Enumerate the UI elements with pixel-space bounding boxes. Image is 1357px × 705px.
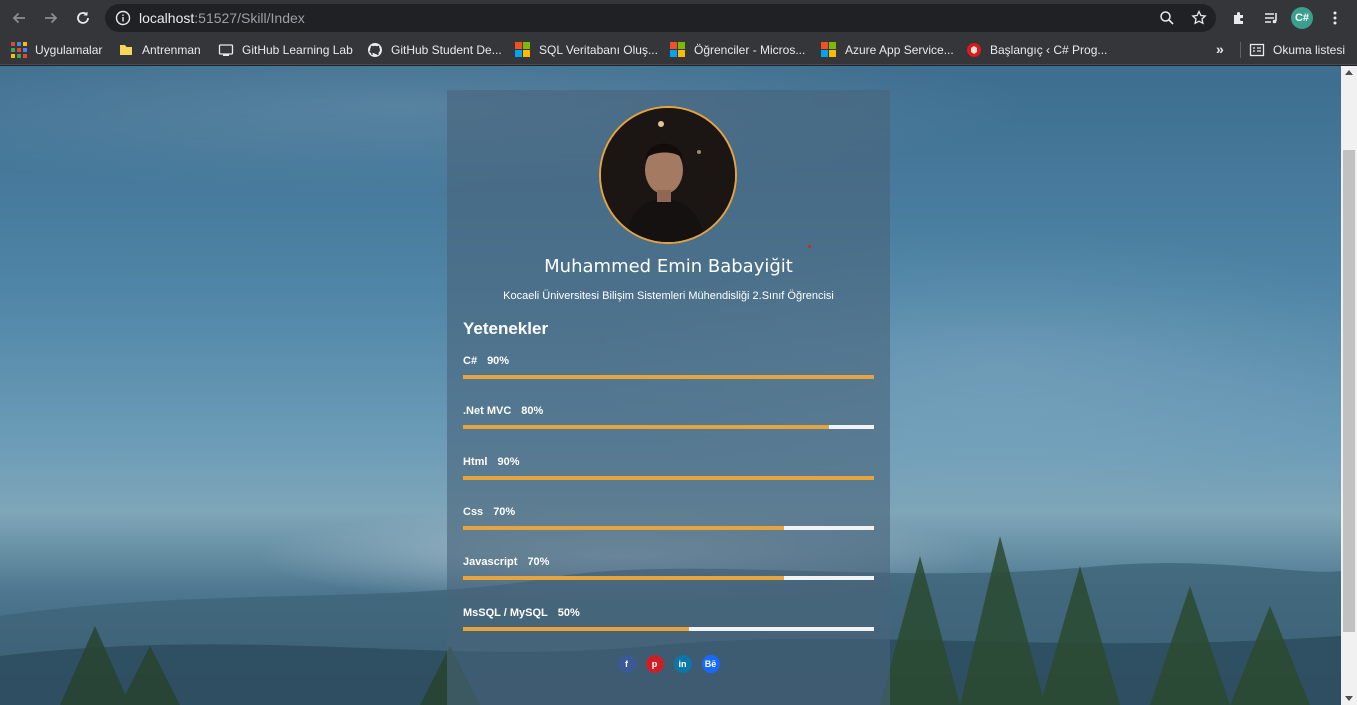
apps-grid-icon (11, 42, 27, 58)
scrollbar-thumb[interactable] (1343, 150, 1355, 632)
profile-card: Muhammed Emin Babayiğit Kocaeli Üniversi… (447, 90, 890, 705)
bookmark-label: Antrenman (142, 43, 201, 57)
skill-percent: 90% (497, 456, 520, 468)
skill-progress-fill (463, 476, 874, 480)
bookmark-sql-veritabani[interactable]: SQL Veritabanı Oluş... (515, 41, 658, 59)
reload-button[interactable] (71, 6, 95, 30)
csharp-site-icon (967, 43, 981, 57)
url-text[interactable]: localhost:51527/Skill/Index (139, 10, 305, 26)
bookmark-reading-list[interactable]: Okuma listesi (1249, 41, 1345, 59)
skill-progress-track (463, 375, 874, 379)
skill-name: .Net MVC (463, 405, 512, 417)
github-learning-lab-icon (218, 44, 234, 56)
profile-subtitle: Kocaeli Üniversitesi Bilişim Sistemleri … (503, 290, 834, 302)
skill-progress-track (463, 576, 874, 580)
reload-icon (77, 11, 89, 24)
bookmark-github-student[interactable]: GitHub Student De... (367, 41, 502, 59)
skill-percent: 70% (527, 556, 550, 568)
puzzle-icon (1234, 12, 1243, 24)
bookmark-ogrenciler[interactable]: Öğrenciler - Micros... (670, 41, 805, 59)
reading-list-label: Okuma listesi (1273, 43, 1346, 57)
kebab-menu-icon (1333, 11, 1337, 25)
pinterest-icon[interactable]: p (645, 655, 664, 673)
bookmarks-overflow-chevron-icon[interactable]: » (1216, 41, 1224, 57)
bookmark-baslangic[interactable]: Başlangıç ‹ C# Prog... (966, 41, 1107, 59)
github-icon (368, 43, 382, 57)
microsoft-icon (515, 42, 531, 58)
bookmarks-divider (1240, 42, 1241, 58)
skill-progress-track (463, 476, 874, 480)
skill-name: Javascript (463, 556, 518, 568)
bookmark-label: Başlangıç ‹ C# Prog... (990, 43, 1108, 57)
skill-name: C# (463, 355, 478, 367)
skill-item: Html 90% (463, 456, 874, 486)
bookmark-label: Uygulamalar (35, 43, 103, 57)
microsoft-icon (821, 42, 837, 58)
skill-percent: 50% (557, 607, 580, 619)
profile-photo (601, 108, 735, 242)
bookmark-label: Azure App Service... (845, 43, 954, 57)
skill-item: MsSQL / MySQL 50% (463, 607, 874, 637)
profile-avatar[interactable]: C# (1291, 7, 1313, 29)
skill-name: Html (463, 456, 488, 468)
behance-icon[interactable]: Bē (701, 655, 720, 673)
bookmark-antrenman[interactable]: Antrenman (118, 41, 201, 59)
skill-progress-track (463, 526, 874, 530)
bookmark-azure-app-service[interactable]: Azure App Service... (821, 41, 954, 59)
bookmark-label: Öğrenciler - Micros... (694, 43, 806, 57)
info-icon[interactable] (115, 10, 131, 26)
page-scrollbar[interactable] (1341, 66, 1357, 705)
url-path: :51527/Skill/Index (194, 10, 305, 26)
bookmark-label: GitHub Student De... (391, 43, 502, 57)
back-button[interactable] (7, 6, 31, 30)
playlist-icon (1265, 13, 1277, 24)
browser-toolbar: localhost:51527/Skill/Index C# (0, 0, 1357, 36)
menu-button[interactable] (1325, 8, 1345, 28)
linkedin-icon[interactable]: in (673, 655, 692, 673)
extensions-button[interactable] (1229, 8, 1249, 28)
skills-title: Yetenekler (463, 319, 549, 338)
skill-percent: 90% (487, 355, 510, 367)
microsoft-icon (670, 42, 686, 58)
address-bar[interactable]: localhost:51527/Skill/Index (105, 4, 1216, 32)
skill-progress-track (463, 425, 874, 429)
bookmark-apps[interactable]: Uygulamalar (11, 41, 102, 59)
skill-progress-fill (463, 375, 874, 379)
arrow-right-icon (45, 12, 58, 24)
reading-list-button[interactable] (1261, 8, 1281, 28)
avatar (599, 106, 737, 244)
bookmarks-bar: Uygulamalar Antrenman GitHub Learning La… (0, 36, 1357, 65)
skill-progress-fill (463, 425, 829, 429)
skill-item: Javascript 70% (463, 556, 874, 586)
skill-name: Css (463, 506, 484, 518)
skill-progress-track (463, 627, 874, 631)
social-links: f p in Bē (447, 655, 890, 673)
star-icon[interactable] (1191, 10, 1207, 26)
cursor-dot (808, 245, 811, 248)
url-host: localhost (139, 10, 195, 26)
forward-button[interactable] (39, 6, 63, 30)
skill-progress-fill (463, 576, 784, 580)
arrow-left-icon (12, 12, 25, 24)
skill-progress-fill (463, 526, 784, 530)
skill-item: Css 70% (463, 506, 874, 536)
page-background: Muhammed Emin Babayiğit Kocaeli Üniversi… (0, 66, 1341, 705)
skill-name: MsSQL / MySQL (463, 607, 548, 619)
scroll-down-arrow-icon[interactable] (1345, 696, 1353, 701)
skill-percent: 80% (521, 405, 544, 417)
bookmark-github-learning-lab[interactable]: GitHub Learning Lab (218, 41, 353, 59)
zoom-icon[interactable] (1159, 10, 1175, 26)
folder-icon (120, 45, 132, 55)
skill-percent: 70% (493, 506, 516, 518)
reading-list-icon (1249, 43, 1265, 57)
bookmark-label: SQL Veritabanı Oluş... (539, 43, 658, 57)
skill-item: C# 90% (463, 355, 874, 385)
scroll-up-arrow-icon[interactable] (1345, 70, 1353, 75)
facebook-icon[interactable]: f (617, 655, 636, 673)
bookmark-label: GitHub Learning Lab (242, 43, 353, 57)
skill-progress-fill (463, 627, 690, 631)
profile-name: Muhammed Emin Babayiğit (544, 256, 793, 277)
skill-item: .Net MVC 80% (463, 405, 874, 435)
